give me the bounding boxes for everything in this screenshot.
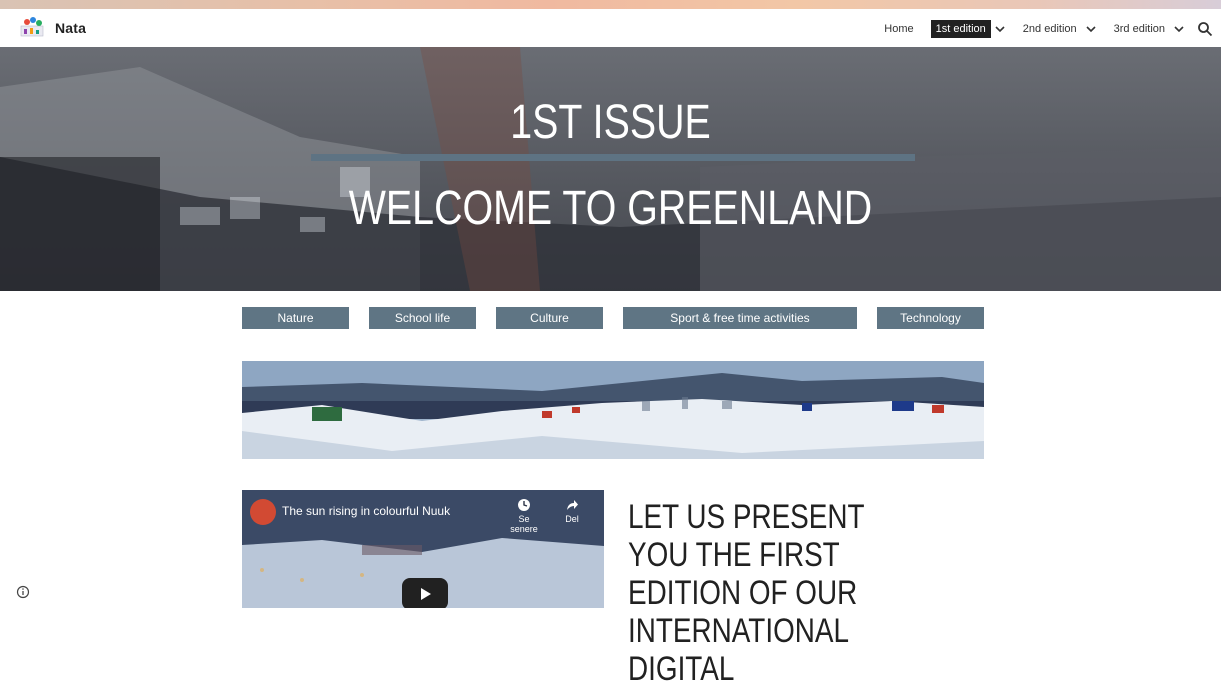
nav-3rd-edition[interactable]: 3rd edition: [1109, 20, 1185, 38]
nature-button[interactable]: Nature: [242, 307, 349, 329]
site-logo[interactable]: [18, 16, 46, 40]
share-icon: [567, 500, 578, 510]
video-embed[interactable]: The sun rising in colourful Nuuk Se sene…: [242, 490, 604, 608]
nav-1st-edition-label[interactable]: 1st edition: [930, 20, 991, 38]
chevron-down-icon[interactable]: [994, 23, 1006, 35]
panorama-image: [242, 361, 984, 459]
school-life-button[interactable]: School life: [369, 307, 476, 329]
nav-2nd-edition[interactable]: 2nd edition: [1018, 20, 1097, 38]
share-label: Del: [565, 514, 579, 524]
play-button[interactable]: [402, 578, 448, 608]
clock-icon: [518, 499, 530, 511]
technology-button[interactable]: Technology: [877, 307, 984, 329]
hero-banner: 1ST ISSUE WELCOME TO GREENLAND: [0, 47, 1221, 291]
top-banner-strip: [0, 0, 1221, 9]
nav-3rd-edition-label[interactable]: 3rd edition: [1109, 20, 1170, 38]
site-header: Nata Home 1st edition 2nd edition 3rd ed…: [0, 9, 1221, 48]
hero-background-image: [0, 47, 1221, 291]
channel-avatar[interactable]: [250, 499, 276, 525]
info-icon[interactable]: [16, 585, 30, 599]
chevron-down-icon[interactable]: [1173, 23, 1185, 35]
nav-home-label[interactable]: Home: [879, 20, 918, 38]
video-title[interactable]: The sun rising in colourful Nuuk: [282, 504, 450, 518]
nav-home[interactable]: Home: [879, 20, 918, 38]
intro-headline: LET US PRESENT YOU THE FIRST EDITION OF …: [628, 498, 865, 688]
watch-later-label: Se senere: [510, 514, 538, 534]
sport-free-time-button[interactable]: Sport & free time activities: [623, 307, 857, 329]
nav-2nd-edition-label[interactable]: 2nd edition: [1018, 20, 1082, 38]
hero-subtitle: WELCOME TO GREENLAND: [348, 182, 873, 235]
search-icon[interactable]: [1197, 21, 1213, 37]
share-button[interactable]: Del: [560, 498, 584, 524]
nav-1st-edition[interactable]: 1st edition: [930, 20, 1006, 38]
category-buttons: Nature School life Culture Sport & free …: [0, 307, 1221, 329]
hero-divider: [311, 154, 915, 161]
main-nav: Home 1st edition 2nd edition 3rd edition: [867, 18, 1213, 40]
culture-button[interactable]: Culture: [496, 307, 603, 329]
hero-title: 1ST ISSUE: [510, 96, 711, 149]
watch-later-button[interactable]: Se senere: [504, 498, 544, 534]
site-name[interactable]: Nata: [55, 20, 86, 36]
chevron-down-icon[interactable]: [1085, 23, 1097, 35]
play-icon: [421, 588, 431, 600]
